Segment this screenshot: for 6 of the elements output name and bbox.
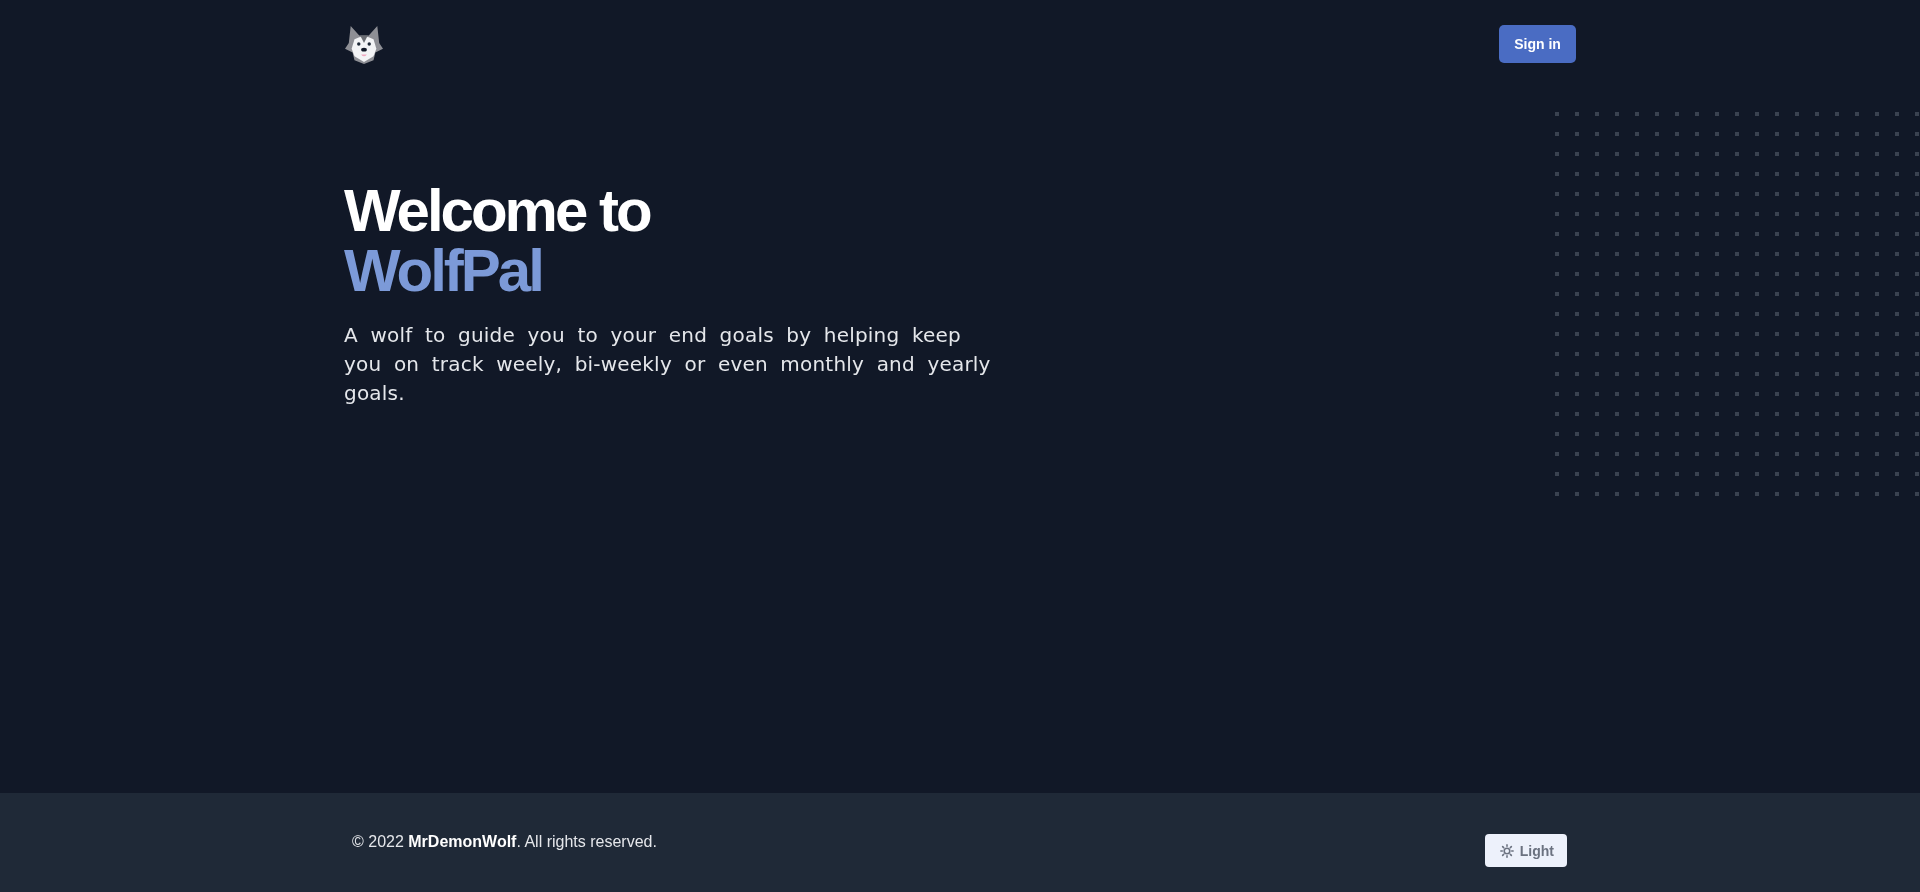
hero-heading: Welcome to WolfPal [344,181,652,301]
theme-toggle-button[interactable]: Light [1484,834,1567,867]
copyright-text: © 2022 MrDemonWolf. All rights reserved. [352,832,657,852]
sign-in-button[interactable]: Sign in [1499,25,1576,63]
hero-description: A wolf to guide you to your end goals by helping keep you on track weely, bi-weekly or even monthly and yearly goals. [344,322,992,407]
sun-icon [1499,843,1514,858]
